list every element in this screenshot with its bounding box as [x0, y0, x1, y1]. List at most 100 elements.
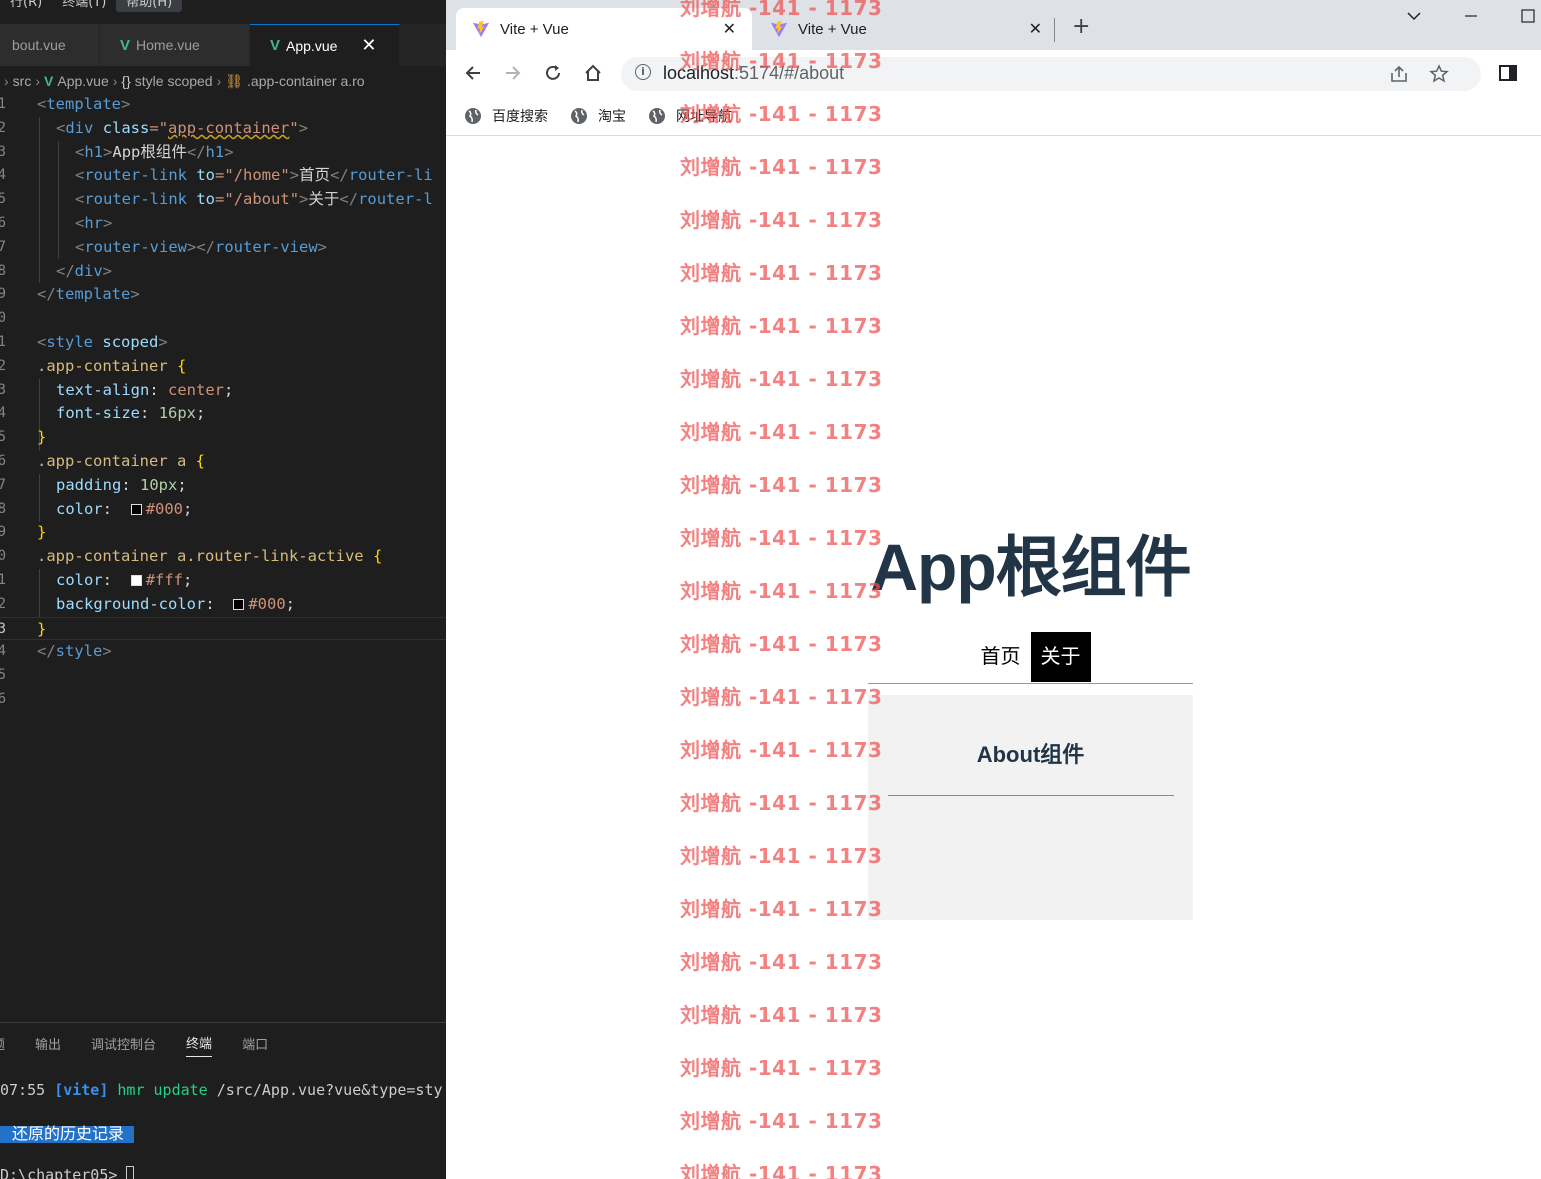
code-line: 1 color: #fff;	[0, 569, 446, 593]
new-tab-button[interactable]: +	[1072, 14, 1090, 39]
tab-terminal[interactable]: 终端	[186, 1033, 213, 1057]
code-line: 7 padding: 10px;	[0, 474, 446, 498]
browser-window: Vite + Vue ✕ Vite + Vue ✕ + i localhost:…	[446, 0, 1541, 1179]
vue-file-icon: V	[270, 37, 281, 54]
back-arrow-icon[interactable]	[463, 63, 483, 83]
tab-about-vue[interactable]: bout.vue	[0, 24, 100, 66]
about-component: About组件	[868, 695, 1193, 920]
code-area[interactable]: 1 <template> 2 <div class="app-container">…	[0, 93, 446, 712]
tab-label: bout.vue	[12, 37, 66, 53]
line-number: 3	[0, 143, 6, 160]
line-number: 5	[0, 191, 6, 208]
menu-bar: 行(R) 终端(T) 帮助(H)	[0, 0, 183, 12]
code-line: 1 <style scoped>	[0, 331, 446, 355]
bookmark-nav[interactable]: 网址导航	[648, 106, 732, 126]
terminal-prompt: D:\chapter05>	[0, 1163, 135, 1179]
reload-icon[interactable]	[543, 63, 563, 83]
close-tab-icon[interactable]: ✕	[723, 19, 736, 39]
tab-app-vue[interactable]: V App.vue ✕	[250, 24, 400, 66]
tab-ports[interactable]: 端口	[242, 1034, 268, 1057]
tab-label: Home.vue	[136, 37, 200, 53]
code-editor-window: 行(R) 终端(T) 帮助(H) bout.vue V Home.vue V A…	[0, 0, 446, 1179]
code-line: 6	[0, 688, 446, 712]
line-number: 8	[0, 262, 6, 279]
globe-icon	[649, 107, 665, 124]
breadcrumb-file[interactable]: App.vue	[57, 73, 108, 89]
chevron-right-icon: ›	[4, 73, 9, 89]
maximize-icon[interactable]	[1520, 8, 1536, 24]
line-number: 9	[0, 286, 6, 303]
chevron-down-icon[interactable]	[1406, 10, 1422, 22]
chevron-right-icon: ›	[216, 73, 222, 89]
vue-file-icon: V	[120, 36, 131, 54]
close-tab-icon[interactable]: ✕	[361, 35, 376, 56]
code-line: 6 <hr>	[0, 212, 446, 236]
menu-run[interactable]: 行(R)	[0, 0, 52, 12]
globe-icon	[571, 107, 587, 124]
bookmark-star-icon[interactable]	[1429, 64, 1449, 84]
bookmark-baidu[interactable]: 百度搜索	[464, 106, 548, 126]
menu-terminal[interactable]: 终端(T)	[52, 0, 116, 12]
share-icon[interactable]	[1389, 65, 1409, 83]
browser-tab[interactable]: Vite + Vue ✕	[754, 8, 1044, 50]
side-panel-icon[interactable]	[1498, 63, 1518, 83]
braces-icon: {}	[121, 73, 131, 89]
nav-link-about[interactable]: 关于	[1030, 632, 1091, 682]
home-icon[interactable]	[583, 63, 603, 83]
bookmark-label: 网址导航	[676, 107, 732, 124]
minimize-icon[interactable]	[1463, 10, 1479, 22]
bookmark-taobao[interactable]: 淘宝	[570, 106, 626, 126]
forward-arrow-icon[interactable]	[503, 63, 523, 83]
color-swatch[interactable]	[130, 503, 142, 515]
close-tab-icon[interactable]: ✕	[1029, 19, 1042, 39]
bookmarks-bar: 百度搜索 淘宝 网址导航	[446, 96, 1541, 136]
selector-icon: ⛓	[225, 72, 244, 89]
address-bar[interactable]: i localhost:5174/#/about	[621, 57, 1481, 91]
bottom-panel: 题 输出 调试控制台 终端 端口 07:55 [vite] hmr update…	[0, 1022, 446, 1179]
code-line: 8 </div>	[0, 260, 446, 284]
line-number: 4	[0, 643, 6, 660]
tab-title: Vite + Vue	[500, 20, 569, 38]
vite-logo-icon	[472, 20, 490, 38]
divider	[868, 683, 1193, 684]
code-line: 9}	[0, 521, 446, 545]
line-number: 5	[0, 667, 6, 684]
line-number: 3	[0, 381, 6, 398]
line-number: 8	[0, 500, 6, 517]
nav-link-home[interactable]: 首页	[971, 632, 1031, 682]
line-number: 2	[0, 357, 6, 374]
code-line: 9 </template>	[0, 283, 446, 307]
info-icon[interactable]: i	[635, 64, 651, 80]
tab-problems[interactable]: 题	[0, 1034, 5, 1057]
line-number: 7	[0, 476, 6, 493]
breadcrumb-src[interactable]: src	[13, 73, 32, 89]
menu-help[interactable]: 帮助(H)	[116, 0, 183, 12]
panel-tabs: 题 输出 调试控制台 终端 端口	[0, 1023, 446, 1067]
chevron-right-icon: ›	[112, 73, 118, 89]
breadcrumb-style[interactable]: style scoped	[135, 73, 213, 89]
line-number: 3	[0, 620, 6, 637]
url-text[interactable]: localhost:5174/#/about	[663, 63, 844, 84]
line-number: 5	[0, 429, 6, 446]
code-line: 2 <div class="app-container">	[0, 117, 446, 141]
line-number: 0	[0, 310, 6, 327]
line-number: 2	[0, 595, 6, 612]
tab-home-vue[interactable]: V Home.vue	[100, 24, 250, 66]
code-line: 3 text-align: center;	[0, 379, 446, 403]
editor-tabs: bout.vue V Home.vue V App.vue ✕	[0, 24, 446, 66]
browser-tab-active[interactable]: Vite + Vue ✕	[456, 8, 752, 50]
page-title: App根组件	[870, 530, 1191, 604]
divider	[887, 795, 1174, 796]
code-line: 0 .app-container a.router-link-active {	[0, 545, 446, 569]
color-swatch[interactable]	[130, 574, 142, 586]
line-number: 0	[0, 548, 6, 565]
breadcrumb-selector[interactable]: .app-container a.ro	[247, 73, 365, 89]
line-number: 1	[0, 571, 6, 588]
tab-debug-console[interactable]: 调试控制台	[91, 1034, 156, 1057]
breadcrumb: › src › V App.vue › {} style scoped › ⛓ …	[0, 68, 365, 94]
tab-title: Vite + Vue	[798, 20, 867, 38]
color-swatch[interactable]	[233, 598, 245, 610]
code-line: 2 .app-container {	[0, 355, 446, 379]
tab-output[interactable]: 输出	[35, 1034, 61, 1057]
code-line: 7 <router-view></router-view>	[0, 236, 446, 260]
